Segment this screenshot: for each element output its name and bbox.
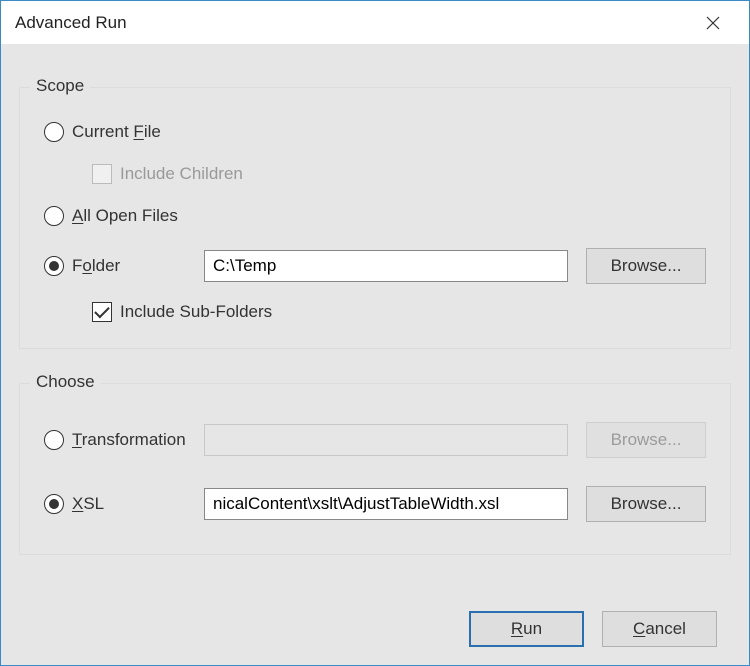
choose-title: Choose [30, 372, 101, 392]
folder-option[interactable]: Folder [44, 256, 204, 276]
close-icon [706, 16, 720, 30]
folder-browse-button[interactable]: Browse... [586, 248, 706, 284]
scope-title: Scope [30, 76, 90, 96]
xsl-option[interactable]: XSL [44, 494, 204, 514]
include-children-checkbox [92, 164, 112, 184]
xsl-row: XSL nicalContent\xslt\AdjustTableWidth.x… [44, 486, 706, 522]
choose-group: Choose Transformation Browse... XSL nica… [19, 383, 731, 555]
folder-path-input[interactable]: C:\Temp [204, 250, 568, 282]
radio-icon [44, 494, 64, 514]
radio-icon [44, 122, 64, 142]
transformation-label: Transformation [72, 430, 186, 450]
xsl-browse-button[interactable]: Browse... [586, 486, 706, 522]
dialog-content: Scope Current File Include Children All … [1, 45, 749, 665]
xsl-path-input[interactable]: nicalContent\xslt\AdjustTableWidth.xsl [204, 488, 568, 520]
transformation-input [204, 424, 568, 456]
all-open-files-label: All Open Files [72, 206, 178, 226]
title-bar: Advanced Run [1, 1, 749, 45]
close-button[interactable] [691, 3, 735, 43]
all-open-files-option[interactable]: All Open Files [44, 200, 706, 232]
radio-icon [44, 206, 64, 226]
cancel-button[interactable]: Cancel [602, 611, 717, 647]
run-button[interactable]: Run [469, 611, 584, 647]
current-file-label: Current File [72, 122, 161, 142]
include-subfolders-checkbox[interactable] [92, 302, 112, 322]
current-file-option[interactable]: Current File [44, 116, 706, 148]
include-subfolders-label: Include Sub-Folders [120, 302, 272, 322]
folder-option-row: Folder C:\Temp Browse... [44, 248, 706, 284]
include-children-row: Include Children [44, 158, 706, 190]
transformation-browse-button: Browse... [586, 422, 706, 458]
include-children-label: Include Children [120, 164, 243, 184]
radio-icon [44, 256, 64, 276]
radio-icon [44, 430, 64, 450]
xsl-label: XSL [72, 494, 104, 514]
transformation-option[interactable]: Transformation [44, 430, 204, 450]
window-title: Advanced Run [15, 13, 691, 33]
dialog-footer: Run Cancel [451, 611, 717, 647]
scope-group: Scope Current File Include Children All … [19, 87, 731, 349]
transformation-row: Transformation Browse... [44, 422, 706, 458]
include-subfolders-row[interactable]: Include Sub-Folders [44, 296, 706, 328]
folder-label: Folder [72, 256, 120, 276]
